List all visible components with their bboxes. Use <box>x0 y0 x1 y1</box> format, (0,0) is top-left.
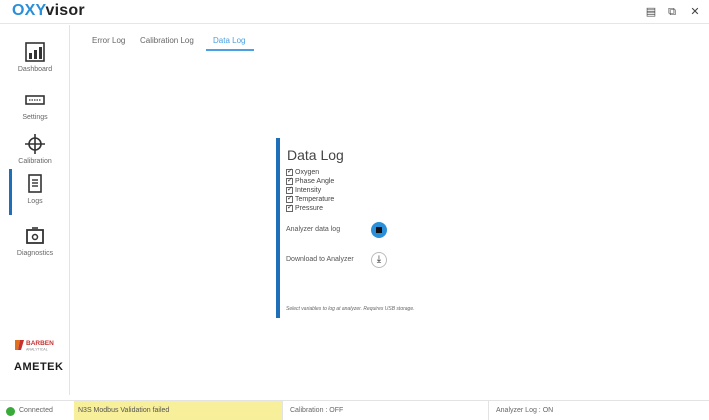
analyzer-log-status: Analyzer Log : ON <box>488 401 709 420</box>
close-button[interactable]: ✕ <box>686 4 704 20</box>
sidebar-item-label: Calibration <box>18 158 52 165</box>
status-bar: Connected N3S Modbus Validation failed C… <box>0 400 709 420</box>
ametek-logo: AMETEK <box>14 361 64 373</box>
document-icon <box>28 174 42 193</box>
minimize-button[interactable]: ▤ <box>642 4 660 20</box>
connection-status: Connected <box>0 401 72 420</box>
checkbox-icon[interactable] <box>286 167 293 176</box>
sidebar-item-dashboard[interactable]: Dashboard <box>0 41 70 91</box>
checkbox-label: Intensity <box>295 187 322 194</box>
sidebar-item-diagnostics[interactable]: Diagnostics <box>0 225 70 275</box>
sidebar-item-label: Dashboard <box>17 66 53 73</box>
connection-indicator-icon <box>6 407 15 416</box>
barben-logo-text: BARBEN <box>26 340 54 347</box>
chart-icon <box>25 42 45 62</box>
sidebar-item-label: Logs <box>27 198 43 205</box>
calibration-status: Calibration : OFF <box>282 401 488 420</box>
checkbox-icon[interactable] <box>286 194 293 203</box>
barben-logo: BARBEN ANALYTICAL <box>15 340 54 352</box>
calibration-status-label: Calibration : OFF <box>290 407 344 414</box>
restore-button[interactable]: ⧉ <box>663 4 681 20</box>
panel-hint: Select variables to log at analyzer. Req… <box>286 306 415 312</box>
crosshair-icon <box>25 134 45 154</box>
validation-message: N3S Modbus Validation failed <box>78 407 170 414</box>
app-title-visor: visor <box>45 2 85 19</box>
app-title-oxy: OXY <box>12 2 46 19</box>
sidebar-item-settings[interactable]: Settings <box>0 89 70 139</box>
panel-accent-bar <box>276 138 280 318</box>
checkbox-temperature[interactable]: Temperature <box>286 194 335 205</box>
checkbox-label: Oxygen <box>295 169 320 176</box>
sidebar-item-label: Settings <box>22 114 48 121</box>
analyzer-log-status-label: Analyzer Log : ON <box>496 407 554 414</box>
checkbox-label: Temperature <box>295 196 335 203</box>
checkbox-icon[interactable] <box>286 176 293 185</box>
data-log-panel: Data Log Oxygen Phase Angle Intensity Te… <box>276 138 456 318</box>
connection-label: Connected <box>19 407 53 414</box>
analyzer-data-log-label: Analyzer data log <box>286 226 341 233</box>
checkbox-phase-angle[interactable]: Phase Angle <box>286 176 335 187</box>
tab-data-log[interactable]: Data Log <box>213 36 245 45</box>
barben-logo-subtext: ANALYTICAL <box>26 348 48 352</box>
checkbox-pressure[interactable]: Pressure <box>286 203 324 214</box>
checkbox-icon[interactable] <box>286 185 293 194</box>
tab-calibration-log[interactable]: Calibration Log <box>140 36 194 45</box>
keyboard-icon <box>25 95 45 105</box>
sidebar-item-logs[interactable]: Logs <box>0 169 70 219</box>
stop-icon <box>376 227 382 233</box>
download-icon: ⤓ <box>376 254 382 265</box>
checkbox-label: Pressure <box>295 205 324 212</box>
title-bar: OXYvisor ▤ ⧉ ✕ <box>0 0 709 24</box>
diagnostics-icon <box>26 227 44 244</box>
panel-title: Data Log <box>287 147 344 163</box>
app-title: OXYvisor <box>12 2 85 20</box>
sidebar: Dashboard Settings Calibration Logs Diag… <box>0 25 70 395</box>
checkbox-icon[interactable] <box>286 203 293 212</box>
tab-error-log[interactable]: Error Log <box>92 36 125 45</box>
active-tab-indicator <box>206 49 254 51</box>
stop-logging-button[interactable] <box>371 222 387 238</box>
sidebar-item-label: Diagnostics <box>16 250 54 257</box>
download-button[interactable]: ⤓ <box>371 252 387 268</box>
validation-status: N3S Modbus Validation failed <box>74 401 282 420</box>
download-to-analyzer-label: Download to Analyzer <box>286 256 354 263</box>
checkbox-label: Phase Angle <box>295 178 335 185</box>
